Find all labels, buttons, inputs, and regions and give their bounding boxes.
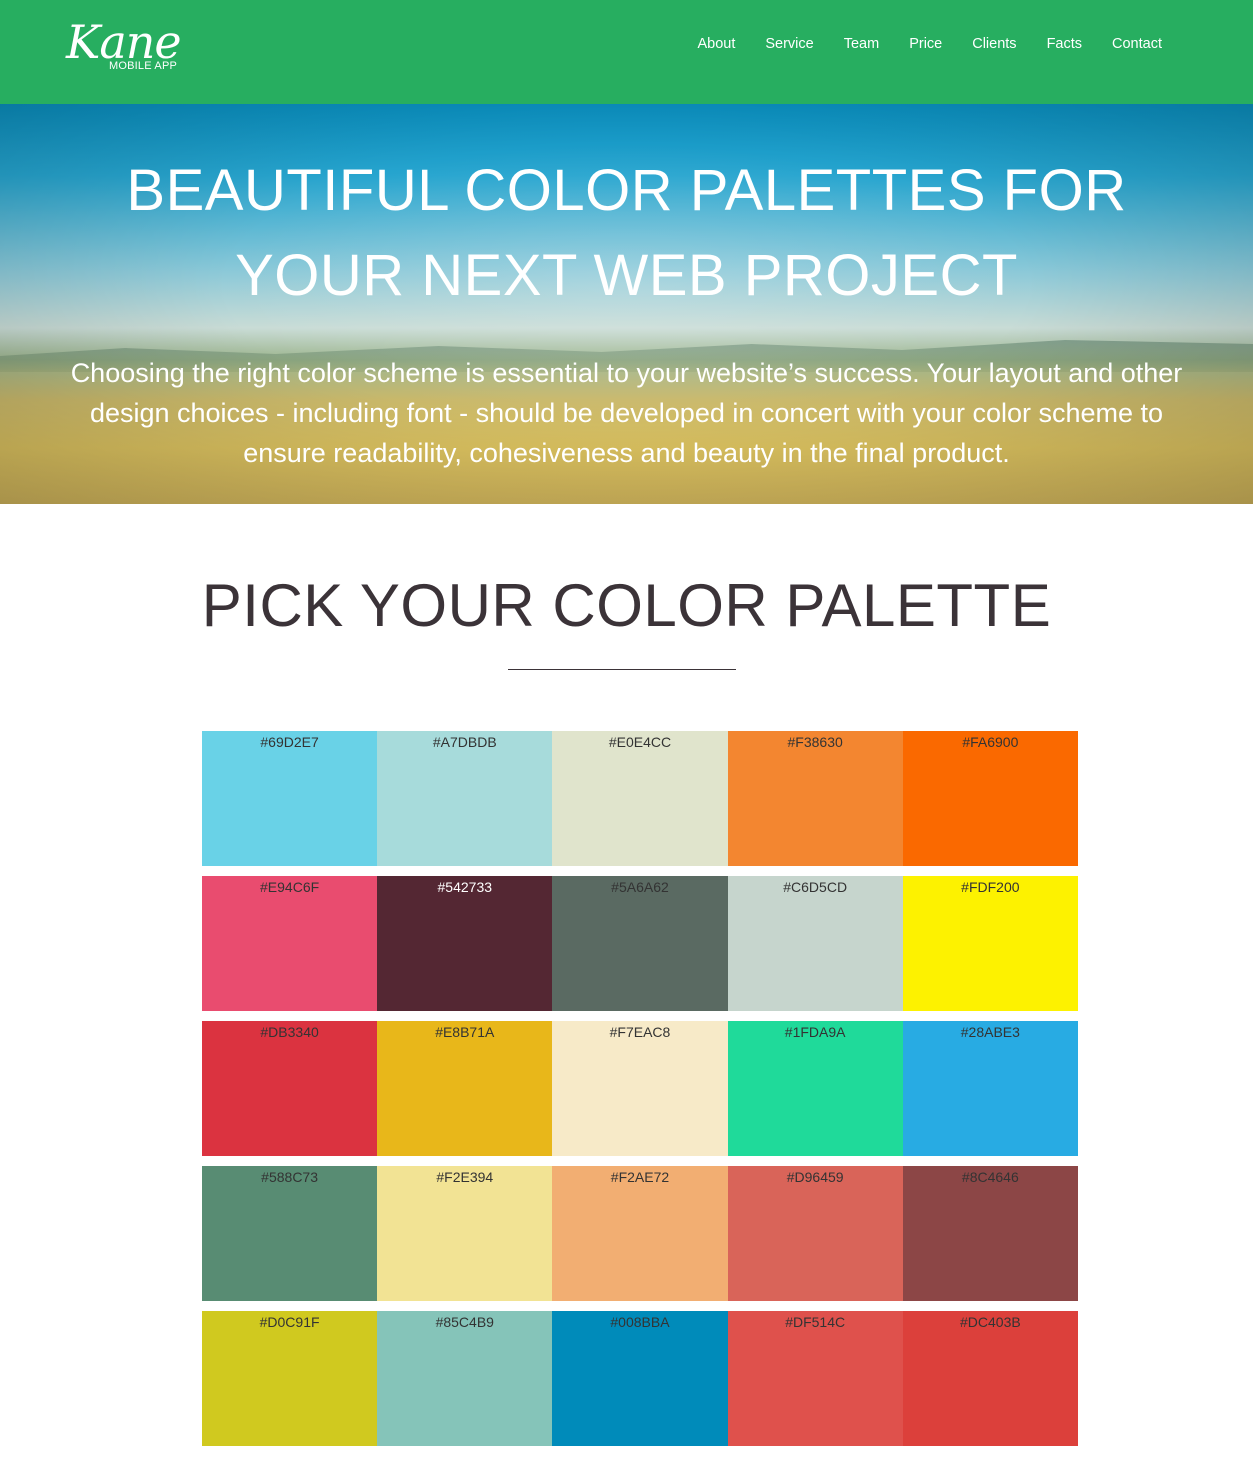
- nav-link-clients[interactable]: Clients: [957, 34, 1031, 54]
- color-swatch[interactable]: #D96459: [727, 1166, 903, 1301]
- palette-row: #69D2E7 #A7DBDB #E0E4CC #F38630 #FA6900: [202, 731, 1078, 866]
- color-swatch[interactable]: #D0C91F: [202, 1311, 378, 1446]
- color-swatch[interactable]: #E8B71A: [377, 1021, 553, 1156]
- main-nav: About Service Team Price Clients Facts C…: [682, 34, 1162, 54]
- hero-title: BEAUTIFUL COLOR PALETTES FOR YOUR NEXT W…: [126, 158, 1127, 308]
- palette-row: #588C73 #F2E394 #F2AE72 #D96459 #8C4646: [202, 1166, 1078, 1301]
- color-swatch[interactable]: #008BBA: [552, 1311, 728, 1446]
- brand-tagline: MOBILE APP: [109, 60, 178, 72]
- color-swatch[interactable]: #588C73: [202, 1166, 378, 1301]
- nav-link-about[interactable]: About: [682, 34, 750, 54]
- palette-row: #DB3340 #E8B71A #F7EAC8 #1FDA9A #28ABE3: [202, 1021, 1078, 1156]
- nav-link-price[interactable]: Price: [894, 34, 957, 54]
- color-swatch[interactable]: #69D2E7: [202, 731, 378, 866]
- color-palette-grid: #69D2E7 #A7DBDB #E0E4CC #F38630 #FA6900 #E94C…: [202, 731, 1078, 1456]
- nav-link-contact[interactable]: Contact: [1097, 34, 1162, 54]
- color-swatch[interactable]: #A7DBDB: [377, 731, 553, 866]
- color-swatch[interactable]: #28ABE3: [902, 1021, 1078, 1156]
- hero-banner: BEAUTIFUL COLOR PALETTES FOR YOUR NEXT W…: [0, 104, 1253, 504]
- navbar: Kane MOBILE APP About Service Team Price…: [0, 0, 1253, 104]
- color-swatch[interactable]: #F2E394: [377, 1166, 553, 1301]
- color-swatch[interactable]: #F38630: [727, 731, 903, 866]
- color-swatch[interactable]: #F2AE72: [552, 1166, 728, 1301]
- color-swatch[interactable]: #E94C6F: [202, 876, 378, 1011]
- color-swatch[interactable]: #FDF200: [902, 876, 1078, 1011]
- color-swatch[interactable]: #DB3340: [202, 1021, 378, 1156]
- brand-logo[interactable]: Kane MOBILE APP: [66, 14, 196, 76]
- color-swatch[interactable]: #DF514C: [727, 1311, 903, 1446]
- color-swatch[interactable]: #5A6A62: [552, 876, 728, 1011]
- color-swatch[interactable]: #DC403B: [902, 1311, 1078, 1446]
- palette-row: #E94C6F #542733 #5A6A62 #C6D5CD #FDF200: [202, 876, 1078, 1011]
- color-swatch[interactable]: #85C4B9: [377, 1311, 553, 1446]
- nav-link-facts[interactable]: Facts: [1032, 34, 1097, 54]
- color-swatch[interactable]: #FA6900: [902, 731, 1078, 866]
- section-title: PICK YOUR COLOR PALETTE: [201, 572, 1052, 639]
- nav-link-team[interactable]: Team: [829, 34, 894, 54]
- color-swatch[interactable]: #F7EAC8: [552, 1021, 728, 1156]
- color-swatch[interactable]: #1FDA9A: [727, 1021, 903, 1156]
- color-swatch[interactable]: #C6D5CD: [727, 876, 903, 1011]
- palette-row: #D0C91F #85C4B9 #008BBA #DF514C #DC403B: [202, 1311, 1078, 1446]
- nav-link-service[interactable]: Service: [750, 34, 828, 54]
- color-swatch[interactable]: #8C4646: [902, 1166, 1078, 1301]
- color-swatch[interactable]: #E0E4CC: [552, 731, 728, 866]
- color-swatch[interactable]: #542733: [377, 876, 553, 1011]
- hero-description: Choosing the right color scheme is essen…: [70, 358, 1183, 468]
- section-divider: [508, 669, 736, 670]
